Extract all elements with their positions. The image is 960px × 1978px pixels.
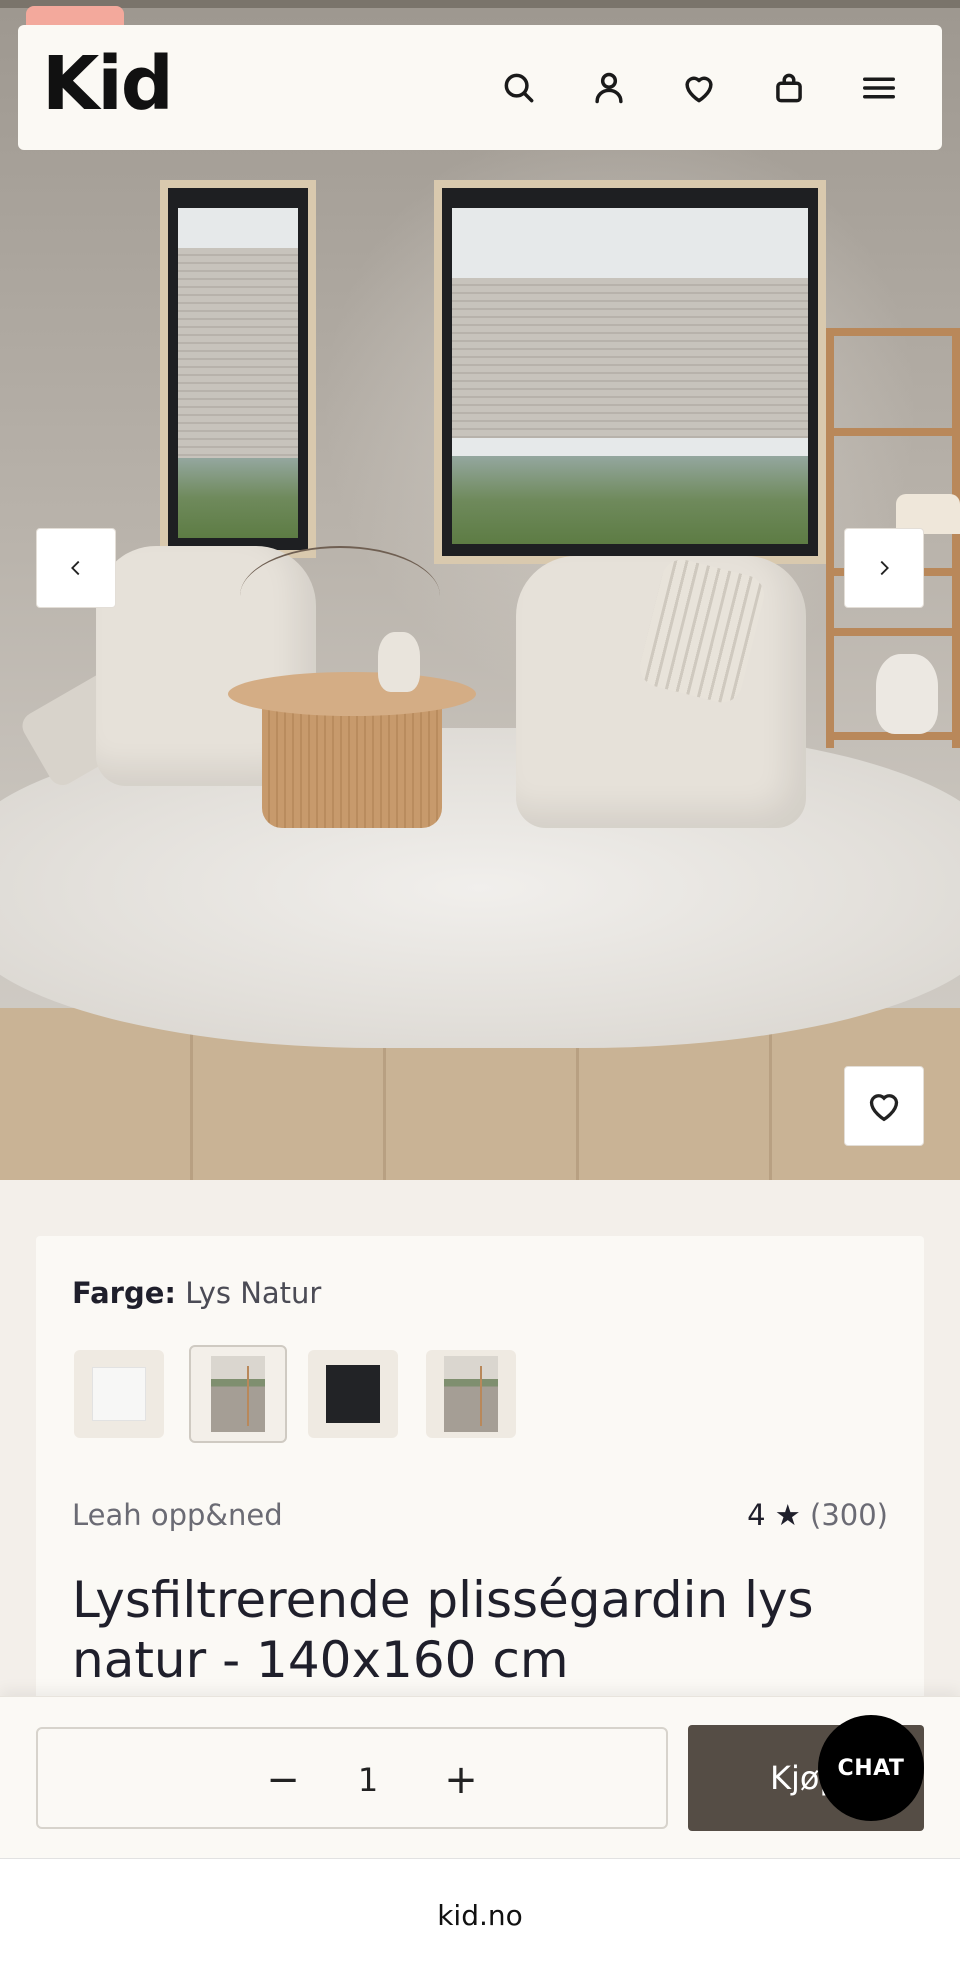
quantity-value[interactable]: 1 [348, 1755, 388, 1805]
promo-tab[interactable] [26, 6, 124, 26]
color-label: Farge: [72, 1276, 177, 1310]
top-strip [0, 0, 960, 8]
kid-logo[interactable]: Kid [42, 47, 174, 121]
site-header: Kid [18, 25, 942, 150]
heart-icon[interactable] [674, 63, 724, 113]
coffee-table [228, 672, 476, 716]
url-text[interactable]: kid.no [0, 1899, 960, 1932]
menu-icon[interactable] [854, 63, 904, 113]
branches [240, 546, 440, 646]
window-right [434, 180, 826, 564]
swatch-white[interactable] [74, 1350, 164, 1438]
heart-icon [869, 1094, 899, 1122]
shelf-vase [876, 654, 938, 734]
browser-address-bar[interactable]: kid.no [0, 1858, 960, 1978]
review-count: (300) [810, 1498, 888, 1532]
account-icon[interactable] [584, 63, 634, 113]
decrease-quantity-button[interactable]: − [258, 1755, 308, 1805]
gallery-next-button[interactable] [844, 528, 924, 608]
increase-quantity-button[interactable]: + [436, 1755, 486, 1805]
window-left [160, 180, 316, 558]
swatch-room[interactable] [426, 1350, 516, 1438]
product-title: Lysfiltrerende plisségardin lys natur - … [72, 1571, 814, 1689]
chevron-left-icon [71, 560, 80, 576]
product-brand[interactable]: Leah opp&ned [72, 1498, 283, 1532]
product-rating[interactable]: 4 ★ (300) [747, 1498, 888, 1532]
color-selector-label: Farge: Lys Natur [72, 1276, 321, 1310]
purchase-bar: − 1 + Kjøp CHAT [0, 1696, 960, 1858]
chevron-right-icon [880, 560, 889, 576]
quantity-stepper: − 1 + [36, 1727, 668, 1829]
table-vase [378, 632, 420, 692]
chat-button[interactable]: CHAT [818, 1715, 924, 1821]
add-to-wishlist-button[interactable] [844, 1066, 924, 1146]
product-image[interactable] [0, 8, 960, 1180]
search-icon[interactable] [494, 63, 544, 113]
rating-value: 4 [747, 1498, 766, 1532]
star-icon: ★ [774, 1498, 801, 1532]
swatch-black[interactable] [308, 1350, 398, 1438]
bag-icon[interactable] [764, 63, 814, 113]
swatch-lys-natur[interactable] [189, 1345, 287, 1443]
color-value: Lys Natur [185, 1276, 322, 1310]
gallery-prev-button[interactable] [36, 528, 116, 608]
